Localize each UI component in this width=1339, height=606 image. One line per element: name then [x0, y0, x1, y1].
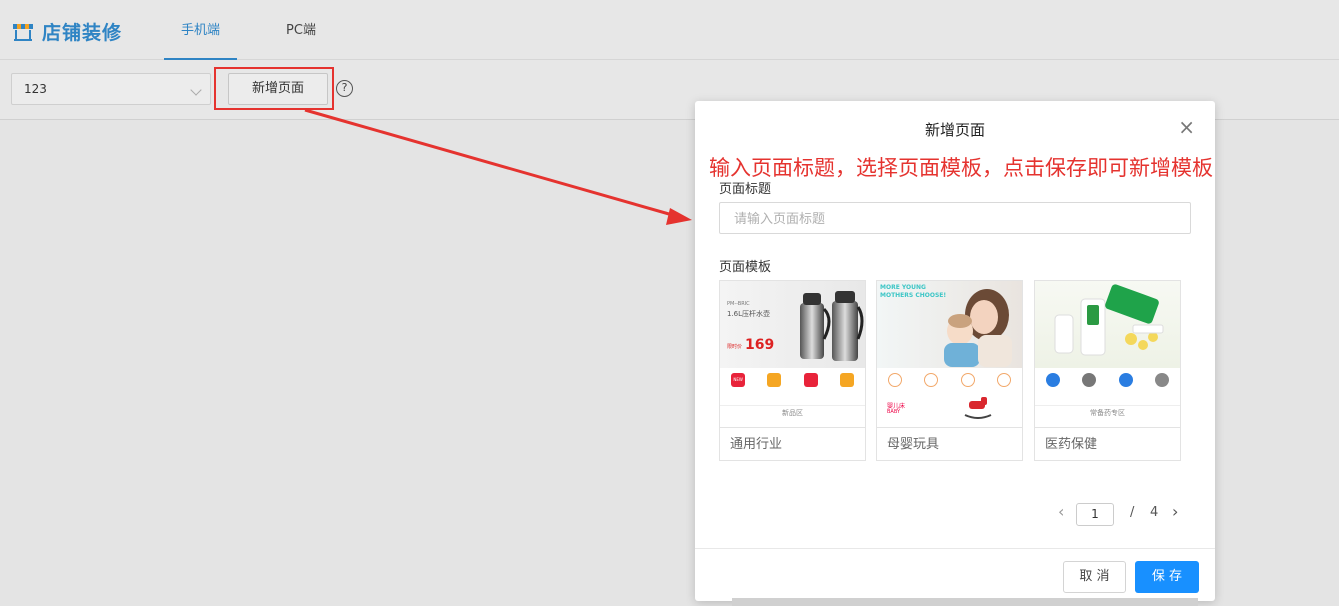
save-button[interactable]: 保 存 — [1135, 561, 1199, 593]
prev-page-icon[interactable]: ‹ — [1058, 502, 1064, 521]
next-page-icon[interactable]: › — [1172, 502, 1178, 521]
rocking-horse-image — [964, 397, 992, 419]
tab-mobile[interactable]: 手机端 — [164, 0, 237, 60]
gift-icon — [996, 373, 1011, 387]
tab-pc[interactable]: PC端 — [272, 0, 330, 60]
section-sub: BABY — [887, 409, 901, 415]
add-page-button[interactable]: 新增页面 — [228, 73, 328, 105]
medicine-image — [1054, 284, 1164, 356]
chevron-down-icon — [190, 84, 202, 96]
bookmark-icon — [1082, 373, 1097, 387]
hero-text-product: 1.6L压杆水壶 — [727, 310, 771, 318]
page-select[interactable]: 123 — [11, 73, 211, 105]
help-icon[interactable]: ? — [336, 80, 353, 97]
template-card-medical[interactable]: 常备药专区 医药保健 — [1034, 280, 1181, 461]
enterprise-icon — [839, 373, 854, 387]
template-preview-image: 常备药专区 — [1035, 281, 1180, 426]
page-select-value: 123 — [24, 82, 47, 96]
hero-text-line1: MORE YOUNG — [880, 284, 926, 291]
kettle-image — [800, 291, 864, 361]
drop-icon — [1118, 373, 1133, 387]
bookmark-icon — [803, 373, 818, 387]
page-number-input[interactable]: 1 — [1076, 503, 1114, 526]
close-icon[interactable]: × — [1178, 117, 1195, 137]
hero-price-prefix: 限时价 — [727, 344, 743, 350]
section-title: 常备药专区 — [1035, 405, 1180, 419]
new-badge-icon: NEW — [731, 373, 746, 387]
heart-icon — [888, 373, 903, 387]
hero-text-model: PM--BRIC — [727, 301, 750, 307]
hero-price: 169 — [745, 337, 775, 353]
template-preview-image: MORE YOUNG MOTHERS CHOOSE! 婴儿床 BABY — [877, 281, 1022, 426]
app-title: 店铺装修 — [42, 22, 123, 44]
template-card-general[interactable]: PM--BRIC 1.6L压杆水壶 限时价 169 NEW 新品区 通用行业 — [719, 280, 866, 461]
cancel-button[interactable]: 取 消 — [1063, 561, 1126, 593]
drop-icon — [960, 373, 975, 387]
page-separator: / — [1130, 505, 1135, 520]
page-title-input[interactable] — [719, 202, 1191, 234]
dialog-footer: 取 消 保 存 — [695, 548, 1215, 601]
template-label: 页面模板 — [719, 260, 772, 275]
preview-strip — [732, 598, 1198, 606]
heart-icon — [1046, 373, 1061, 387]
section-title: 新品区 — [720, 405, 865, 419]
smile-icon — [924, 373, 939, 387]
template-name: 医药保健 — [1035, 427, 1180, 460]
drop-icon — [767, 373, 782, 387]
top-header: 店铺装修 手机端 PC端 — [0, 0, 1339, 60]
app-logo[interactable]: 店铺装修 — [12, 18, 122, 45]
template-name: 母婴玩具 — [877, 427, 1022, 460]
enterprise-icon — [1154, 373, 1169, 387]
template-name: 通用行业 — [720, 427, 865, 460]
template-preview-image: PM--BRIC 1.6L压杆水壶 限时价 169 NEW 新品区 — [720, 281, 865, 426]
annotation-text: 输入页面标题，选择页面模板，点击保存即可新增模板 — [709, 156, 1213, 180]
mother-baby-image — [944, 289, 1012, 367]
template-card-baby[interactable]: MORE YOUNG MOTHERS CHOOSE! 婴儿床 BABY 母婴玩具 — [876, 280, 1023, 461]
dialog-title: 新增页面 — [924, 121, 985, 139]
store-icon — [13, 23, 33, 41]
page-total: 4 — [1150, 505, 1159, 520]
